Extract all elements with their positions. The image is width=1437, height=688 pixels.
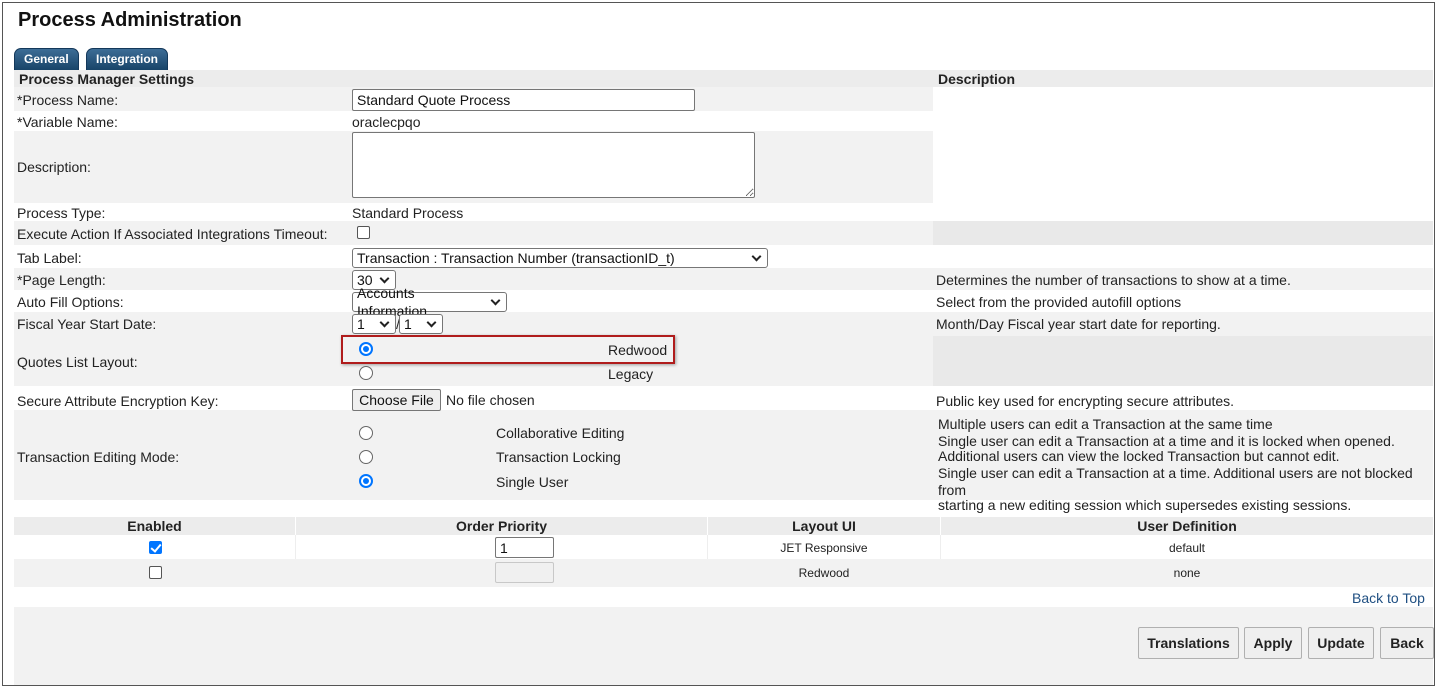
radio-locking[interactable] [359,450,373,464]
row1-layout: JET Responsive [780,541,868,555]
chevron-down-icon [379,317,390,327]
desc-band [933,336,1433,386]
update-button[interactable]: Update [1308,627,1374,659]
fiscal-month-select[interactable]: 1 [352,314,396,334]
desc-band [933,221,1433,245]
chevron-down-icon [426,317,437,327]
description-textarea[interactable] [352,132,755,198]
row-band [14,111,933,131]
variable-name-label: *Variable Name: [17,114,118,130]
radio-single-user[interactable] [359,474,373,488]
tab-general[interactable]: General [14,48,79,70]
settings-header: Process Manager Settings [19,71,195,87]
desc-line: Multiple users can edit a Transaction at… [938,416,1273,432]
encryption-key-description: Public key used for encrypting secure at… [936,393,1235,409]
auto-fill-select[interactable]: Accounts Information [352,285,507,319]
auto-fill-label: Auto Fill Options: [17,294,124,310]
translations-button[interactable]: Translations [1138,627,1239,659]
fiscal-year-label: Fiscal Year Start Date: [17,316,157,332]
radio-collaborative[interactable] [359,426,373,440]
desc-line: Additional users can view the locked Tra… [938,448,1340,464]
auto-fill-description: Select from the provided autofill option… [936,294,1182,310]
process-type-value: Standard Process [352,205,464,221]
settings-header-band [14,70,1433,87]
fiscal-year-description: Month/Day Fiscal year start date for rep… [936,316,1221,332]
apply-button[interactable]: Apply [1244,627,1302,659]
process-type-label: Process Type: [17,205,106,221]
description-header: Description [938,71,1016,87]
row2-user-definition: none [1173,566,1201,580]
editing-mode-description: Multiple users can edit a Transaction at… [938,416,1433,514]
page-length-description: Determines the number of transactions to… [936,272,1291,288]
radio-redwood-label: Redwood [608,342,668,358]
chevron-down-icon [490,295,501,305]
row1-user-definition: default [1168,541,1206,555]
row2-order-input [495,562,554,583]
radio-collaborative-label: Collaborative Editing [496,425,625,441]
page-title: Process Administration [18,9,242,31]
row2-layout: Redwood [798,566,850,580]
radio-single-user-label: Single User [496,474,569,490]
column-header-order: Order Priority [455,518,548,534]
row1-order-input[interactable] [495,537,554,558]
desc-line: Single user can edit a Transaction at a … [938,465,1413,498]
fiscal-month-value: 1 [357,316,365,332]
radio-legacy-label: Legacy [608,366,654,382]
tab-label-select[interactable]: Transaction : Transaction Number (transa… [352,248,768,268]
desc-line: starting a new editing session which sup… [938,497,1352,513]
variable-name-value: oraclecpqo [352,114,421,130]
back-button[interactable]: Back [1380,627,1434,659]
radio-redwood[interactable] [359,342,373,356]
process-name-input[interactable] [352,89,695,111]
choose-file-button[interactable]: Choose File [352,389,441,411]
execute-action-label: Execute Action If Associated Integration… [17,226,328,242]
chevron-down-icon [751,251,762,261]
page-length-label: *Page Length: [17,272,106,288]
row1-enabled-checkbox[interactable] [149,541,162,554]
tab-label-value: Transaction : Transaction Number (transa… [357,250,675,266]
divider [295,535,296,559]
chevron-down-icon [379,273,390,283]
fiscal-day-value: 1 [404,316,412,332]
column-header-user-definition: User Definition [1137,518,1237,534]
file-status: No file chosen [446,392,535,408]
row2-enabled-checkbox[interactable] [149,566,162,579]
tab-label-label: Tab Label: [17,250,82,266]
column-header-layout: Layout UI [792,518,856,534]
radio-legacy[interactable] [359,366,373,380]
back-to-top-link[interactable]: Back to Top [1352,590,1425,606]
process-name-label: *Process Name: [17,92,119,108]
editing-mode-label: Transaction Editing Mode: [17,449,180,465]
execute-action-checkbox[interactable] [357,226,370,239]
tab-integration[interactable]: Integration [86,48,168,70]
quotes-layout-label: Quotes List Layout: [17,354,138,370]
description-label: Description: [17,159,91,175]
encryption-key-label: Secure Attribute Encryption Key: [17,393,219,409]
column-header-enabled: Enabled [127,518,182,534]
fiscal-day-select[interactable]: 1 [399,314,443,334]
radio-locking-label: Transaction Locking [496,449,621,465]
